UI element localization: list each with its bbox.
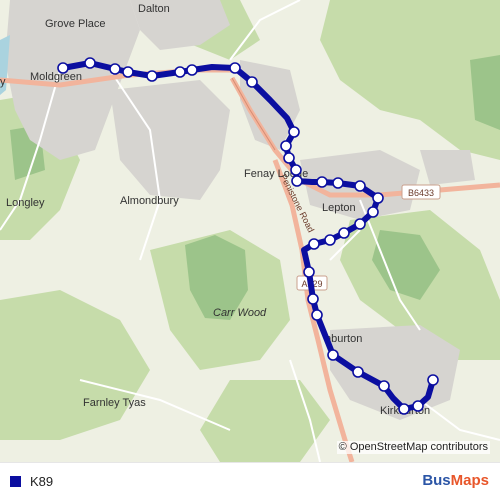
bus-stop-marker[interactable] [290,164,302,176]
place-moldgreen: Moldgreen [30,71,82,83]
bus-stop-marker[interactable] [186,64,198,76]
bus-stop-marker[interactable] [174,66,186,78]
bus-stop-marker[interactable] [354,218,366,230]
b6433-shield: B6433 [401,184,441,200]
route-label: K89 [30,474,54,489]
bus-stop-marker[interactable] [378,380,390,392]
bus-stop-marker[interactable] [57,62,69,74]
bus-stop-marker[interactable] [308,238,320,250]
place-edge-y: y [0,76,6,88]
bus-stop-marker[interactable] [146,70,158,82]
bus-stop-marker[interactable] [307,293,319,305]
bus-stop-marker[interactable] [303,266,315,278]
svg-text:B6433: B6433 [408,188,434,198]
route-color-swatch [10,476,21,487]
bus-stop-marker[interactable] [332,177,344,189]
bus-stop-marker[interactable] [398,403,410,415]
place-lepton: Lepton [322,202,356,214]
place-longley: Longley [6,197,45,209]
bus-stop-marker[interactable] [338,227,350,239]
place-farnley-tyas: Farnley Tyas [83,397,146,409]
bus-stop-marker[interactable] [427,374,439,386]
osm-attribution[interactable]: © OpenStreetMap contributors [336,441,490,454]
place-dalton: Dalton [138,3,170,15]
bus-stop-marker[interactable] [84,57,96,69]
bus-stop-marker[interactable] [372,192,384,204]
bus-stop-marker[interactable] [246,76,258,88]
route-map[interactable]: B6433 A629 Penistone Road Grove Place Da… [0,0,500,462]
bus-stop-marker[interactable] [324,234,336,246]
bus-stop-marker[interactable] [412,400,424,412]
bus-stop-marker[interactable] [122,66,134,78]
bus-stop-marker[interactable] [354,180,366,192]
bus-stop-marker[interactable] [291,175,303,187]
bus-stop-marker[interactable] [280,140,292,152]
bus-stop-marker[interactable] [352,366,364,378]
place-carr-wood: Carr Wood [213,307,267,319]
bus-stop-marker[interactable] [311,309,323,321]
legend-bar: K89 BusMaps [0,462,500,501]
bus-stop-marker[interactable] [367,206,379,218]
bus-stop-marker[interactable] [316,176,328,188]
place-grove-place: Grove Place [45,18,106,30]
busmaps-logo[interactable]: BusMaps [422,472,489,489]
place-almondbury: Almondbury [120,195,179,207]
bus-stop-marker[interactable] [283,152,295,164]
bus-stop-marker[interactable] [327,349,339,361]
bus-stop-marker[interactable] [288,126,300,138]
bus-stop-marker[interactable] [109,63,121,75]
bus-stop-marker[interactable] [229,62,241,74]
